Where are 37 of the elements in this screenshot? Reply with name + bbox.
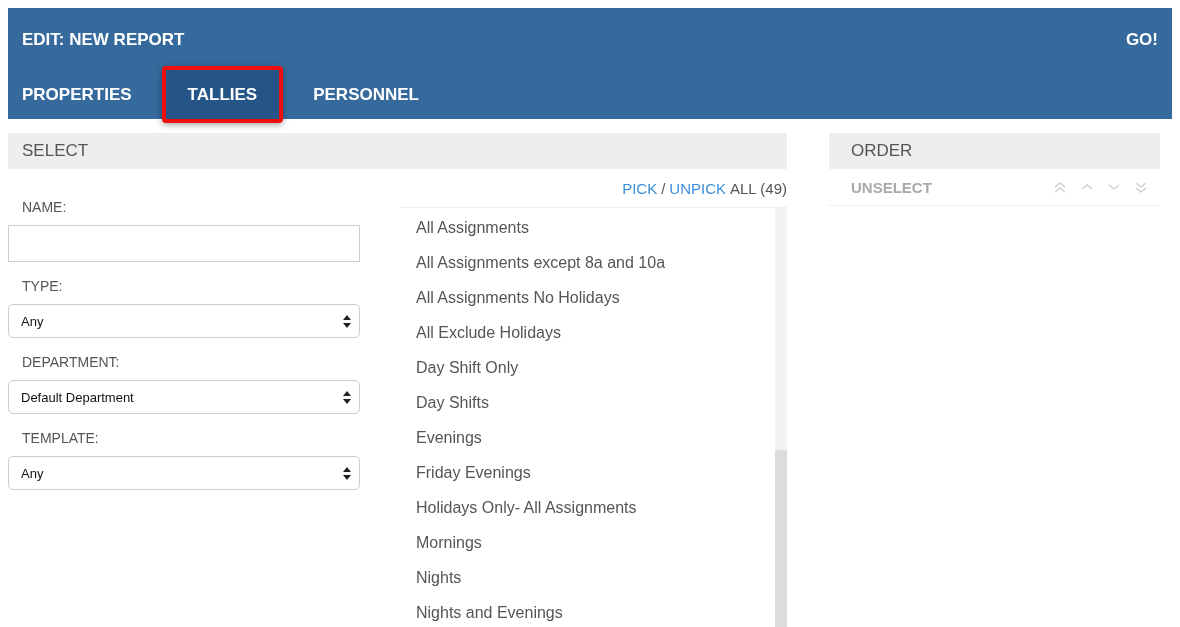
select-arrows-icon <box>343 390 351 404</box>
tab[interactable]: PROPERTIES <box>0 66 158 123</box>
list-item[interactable]: All Assignments except 8a and 10a <box>400 245 775 280</box>
panel-header: SELECT <box>8 133 787 169</box>
field-label: NAME: <box>21 198 68 216</box>
tab[interactable]: PERSONNEL <box>287 66 445 123</box>
list-item[interactable]: Nights and Evenings <box>400 595 775 627</box>
list-item[interactable]: Friday Evenings <box>400 455 775 490</box>
unpick-link[interactable]: UNPICK <box>669 179 726 197</box>
page-title: EDIT: NEW REPORT <box>22 30 185 50</box>
pick-link[interactable]: PICK <box>622 179 658 197</box>
double-chevron-up-icon[interactable] <box>1053 181 1067 193</box>
go-button[interactable]: GO! <box>1125 30 1158 50</box>
tab[interactable]: TALLIES <box>161 66 284 123</box>
list-item[interactable]: Day Shift Only <box>400 350 775 385</box>
count-label: ALL (49) <box>730 179 787 197</box>
list-item[interactable]: Mornings <box>400 525 775 560</box>
panel-header: ORDER <box>829 133 1160 169</box>
dropdown[interactable]: Any <box>8 456 360 490</box>
list-item[interactable]: All Assignments No Holidays <box>400 280 775 315</box>
field-label: TEMPLATE: <box>21 429 100 447</box>
list-item[interactable]: Evenings <box>400 420 775 455</box>
select-arrows-icon <box>343 466 351 480</box>
list-item[interactable]: Day Shifts <box>400 385 775 420</box>
separator: / <box>661 179 666 197</box>
select-arrows-icon <box>343 314 351 328</box>
field-label: DEPARTMENT: <box>21 353 121 371</box>
list-item[interactable]: All Assignments <box>400 210 775 245</box>
list-item[interactable]: Holidays Only- All Assignments <box>400 490 775 525</box>
dropdown[interactable]: Default Department <box>8 380 360 414</box>
list-item[interactable]: Nights <box>400 560 775 595</box>
input-field[interactable] <box>8 225 360 262</box>
scrollbar-thumb[interactable] <box>775 450 787 627</box>
dropdown[interactable]: Any <box>8 304 360 338</box>
list-item[interactable]: All Exclude Holidays <box>400 315 775 350</box>
double-chevron-down-icon[interactable] <box>1134 181 1148 193</box>
field-label: TYPE: <box>21 277 64 295</box>
